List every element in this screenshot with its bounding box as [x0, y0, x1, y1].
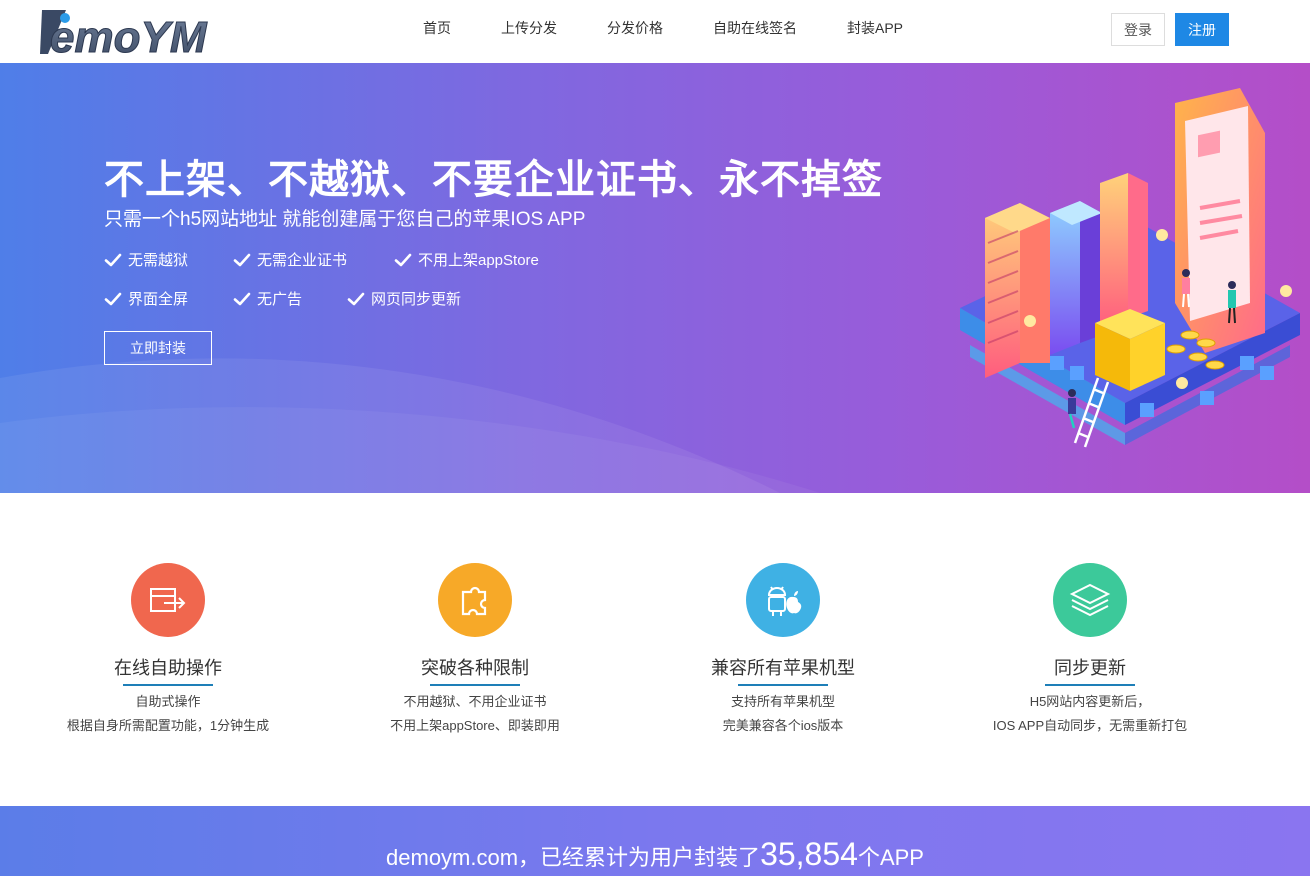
feature-card-no-limits: 突破各种限制 不用越狱、不用企业证书 不用上架appStore、即装即用	[320, 563, 630, 738]
feature-item: 不用上架appStore	[394, 249, 539, 270]
feature-title: 兼容所有苹果机型	[711, 654, 855, 686]
feature-desc-line: IOS APP自动同步，无需重新打包	[992, 718, 1188, 733]
feature-label: 不用上架appStore	[418, 252, 539, 269]
feature-item: 网页同步更新	[347, 288, 461, 309]
puzzle-icon	[461, 586, 487, 616]
android-apple-icon	[767, 586, 802, 616]
exit-card-icon	[150, 588, 186, 612]
feature-label: 界面全屏	[128, 291, 189, 308]
check-icon	[233, 253, 251, 266]
svg-text:emoYM: emoYM	[50, 13, 208, 58]
feature-icon-circle	[746, 563, 820, 637]
feature-title: 同步更新	[1054, 654, 1126, 686]
feature-desc: 不用越狱、不用企业证书 不用上架appStore、即装即用	[320, 690, 630, 738]
feature-item: 界面全屏	[104, 288, 233, 309]
features-section: 在线自助操作 自助式操作 根据自身所需配置功能，1分钟生成 突破各种限制 不用越…	[0, 493, 1310, 806]
stat-suffix: 个APP	[857, 845, 924, 870]
nav-home[interactable]: 首页	[423, 18, 451, 38]
wrap-now-button[interactable]: 立即封装	[104, 331, 212, 365]
feature-desc: 自助式操作 根据自身所需配置功能，1分钟生成	[13, 690, 323, 738]
check-icon	[233, 292, 251, 305]
demoym-logo[interactable]: emoYM	[38, 6, 238, 58]
hero-features-row-2: 界面全屏 无广告 网页同步更新	[104, 288, 461, 309]
stat-banner: demoym.com，已经累计为用户封装了35,854个APP	[0, 806, 1310, 876]
nav-pricing[interactable]: 分发价格	[607, 18, 663, 38]
hero-features-row-1: 无需越狱 无需企业证书 不用上架appStore	[104, 249, 539, 270]
feature-icon-circle	[131, 563, 205, 637]
feature-desc-line: 不用上架appStore、即装即用	[390, 718, 560, 733]
feature-label: 无需越狱	[128, 252, 189, 269]
stat-count: 35,854	[760, 836, 858, 872]
register-button[interactable]: 注册	[1175, 13, 1229, 46]
feature-card-sync: 同步更新 H5网站内容更新后， IOS APP自动同步，无需重新打包	[935, 563, 1245, 738]
hero-banner: 不上架、不越狱、不要企业证书、永不掉签 只需一个h5网站地址 就能创建属于您自己…	[0, 63, 1310, 493]
feature-label: 无广告	[257, 291, 303, 308]
feature-card-self-service: 在线自助操作 自助式操作 根据自身所需配置功能，1分钟生成	[13, 563, 323, 738]
feature-desc-line: 支持所有苹果机型	[730, 694, 835, 709]
feature-desc: 支持所有苹果机型 完美兼容各个ios版本	[628, 690, 938, 738]
main-nav: 首页 上传分发 分发价格 自助在线签名 封装APP	[395, 0, 953, 56]
feature-desc-line: H5网站内容更新后，	[1029, 694, 1151, 709]
feature-icon-circle	[1053, 563, 1127, 637]
feature-desc-line: 根据自身所需配置功能，1分钟生成	[66, 718, 270, 733]
feature-desc: H5网站内容更新后， IOS APP自动同步，无需重新打包	[935, 690, 1245, 738]
stat-prefix: demoym.com，已经累计为用户封装了	[386, 845, 761, 870]
check-icon	[394, 253, 412, 266]
feature-title: 在线自助操作	[114, 654, 222, 686]
layers-icon	[1069, 583, 1111, 617]
feature-label: 无需企业证书	[257, 252, 348, 269]
nav-signing[interactable]: 自助在线签名	[713, 18, 797, 38]
site-header: emoYM 首页 上传分发 分发价格 自助在线签名 封装APP 登录 注册	[0, 0, 1310, 63]
feature-item: 无需企业证书	[233, 249, 394, 270]
feature-title: 突破各种限制	[421, 654, 529, 686]
login-button[interactable]: 登录	[1111, 13, 1165, 46]
feature-item: 无需越狱	[104, 249, 233, 270]
feature-label: 网页同步更新	[371, 291, 462, 308]
feature-item: 无广告	[233, 288, 347, 309]
nav-wrap-app[interactable]: 封装APP	[847, 18, 903, 38]
hero-title: 不上架、不越狱、不要企业证书、永不掉签	[104, 158, 883, 202]
check-icon	[104, 253, 122, 266]
feature-desc-line: 不用越狱、不用企业证书	[403, 694, 547, 709]
feature-desc-line: 自助式操作	[135, 694, 201, 709]
check-icon	[347, 292, 365, 305]
check-icon	[104, 292, 122, 305]
feature-icon-circle	[438, 563, 512, 637]
feature-desc-line: 完美兼容各个ios版本	[722, 718, 844, 733]
stat-text: demoym.com，已经累计为用户封装了35,854个APP	[0, 836, 1310, 873]
hero-subtitle: 只需一个h5网站地址 就能创建属于您自己的苹果IOS APP	[104, 209, 586, 230]
feature-card-compatible: 兼容所有苹果机型 支持所有苹果机型 完美兼容各个ios版本	[628, 563, 938, 738]
nav-upload[interactable]: 上传分发	[501, 18, 557, 38]
isometric-city-illustration	[960, 88, 1300, 448]
